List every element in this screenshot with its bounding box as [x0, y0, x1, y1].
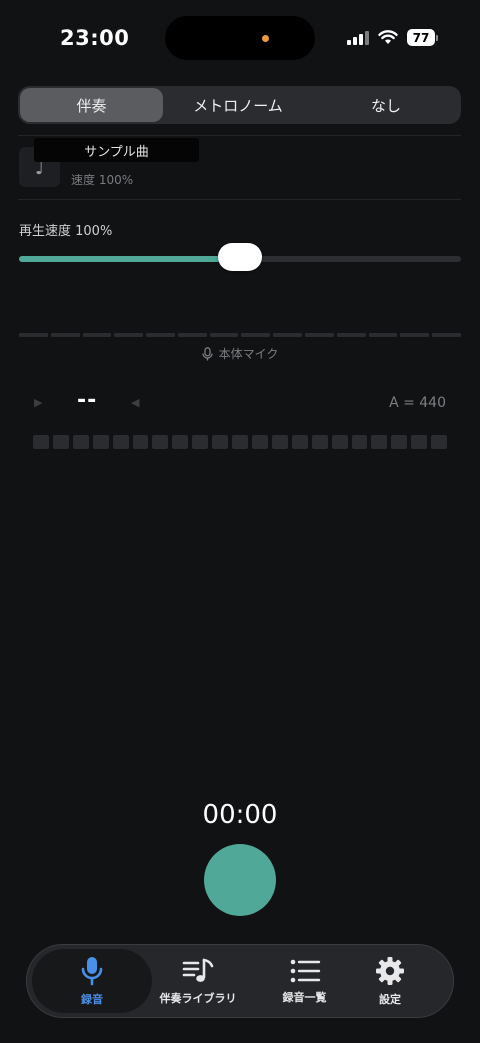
tuner-cell	[351, 435, 368, 449]
tab-record-label: 録音	[81, 992, 103, 1006]
segment-none[interactable]: なし	[313, 88, 459, 122]
playback-speed-label: 再生速度 100%	[19, 224, 113, 239]
meter-segment	[336, 333, 366, 337]
meter-segment	[305, 333, 334, 337]
meter-segment	[146, 333, 175, 337]
tab-accompaniment-library[interactable]: 伴奏ライブラリ	[152, 949, 244, 1013]
tuner-cell	[72, 435, 89, 449]
meter-segment	[368, 333, 398, 337]
accompaniment-mode-segment: 伴奏 メトロノーム なし	[18, 86, 461, 124]
tuner-deviation-scale	[33, 435, 448, 449]
divider-bottom	[18, 199, 461, 200]
music-list-icon	[182, 958, 214, 982]
meter-segment	[50, 333, 80, 337]
record-button[interactable]	[204, 844, 276, 916]
meter-segment	[82, 333, 112, 337]
list-icon	[290, 959, 320, 982]
meter-segment	[19, 333, 48, 337]
segment-metronome[interactable]: メトロノーム	[163, 88, 313, 122]
slider-thumb[interactable]	[218, 243, 262, 271]
tab-settings[interactable]: 設定	[365, 949, 415, 1013]
tab-recordings-list-label: 録音一覧	[282, 990, 327, 1004]
meter-segment	[209, 333, 239, 337]
battery-icon: 77	[407, 29, 438, 46]
divider-top	[18, 135, 461, 136]
gear-icon	[376, 956, 404, 985]
mic-source-label: 本体マイク	[218, 347, 279, 361]
cellular-signal-icon	[347, 30, 369, 45]
status-time: 23:00	[60, 26, 130, 50]
tuner-cell	[212, 435, 229, 449]
tuner-cell	[291, 435, 308, 449]
tuner-flat-indicator-icon: ▶	[34, 396, 43, 409]
playback-speed-slider[interactable]	[19, 243, 461, 271]
segment-accompaniment[interactable]: 伴奏	[20, 88, 163, 122]
tuner-cell	[391, 435, 408, 449]
tuner-cell	[152, 435, 169, 449]
mic-in-use-indicator	[262, 35, 269, 42]
wifi-icon	[378, 30, 398, 44]
tab-bar: 録音 伴奏ライブラリ 録音一覧 設定	[26, 944, 454, 1018]
tuner-cell	[232, 435, 248, 449]
meter-segment	[114, 333, 144, 337]
recording-screen: 23:00 77 伴奏 メトロノーム なし ♩ サンプル曲 速度 100% 再生…	[0, 0, 480, 1043]
recording-elapsed-time: 00:00	[202, 800, 278, 830]
meter-segment	[273, 333, 303, 337]
tuner-cell	[33, 435, 49, 449]
mic-icon	[201, 346, 213, 360]
tab-recordings-list[interactable]: 録音一覧	[244, 949, 365, 1013]
tuner-cell	[331, 435, 348, 449]
dynamic-island	[165, 16, 315, 60]
mic-icon	[81, 956, 103, 985]
slider-fill	[19, 256, 240, 262]
tab-settings-label: 設定	[379, 992, 401, 1006]
tuner-sharp-indicator-icon: ◀	[131, 396, 140, 409]
tab-accompaniment-library-label: 伴奏ライブラリ	[159, 991, 237, 1005]
tuner-cell	[411, 435, 428, 449]
tuner-cell	[132, 435, 149, 449]
battery-level: 77	[407, 29, 435, 46]
meter-segment	[432, 333, 461, 337]
tuner-cell	[251, 435, 268, 449]
track-title: サンプル曲	[34, 138, 199, 162]
status-indicators: 77	[347, 29, 438, 46]
input-level-meter	[19, 333, 461, 337]
tuner-cell	[112, 435, 129, 449]
tuner-cell	[271, 435, 288, 449]
tuner-cell	[52, 435, 69, 449]
tuner-cell	[92, 435, 109, 449]
tuner-note: --	[77, 388, 98, 413]
tab-record[interactable]: 録音	[32, 949, 152, 1013]
mic-source[interactable]: 本体マイク	[0, 345, 480, 362]
tuner-cell	[192, 435, 209, 449]
meter-segment	[400, 333, 430, 337]
tuner-cell	[172, 435, 189, 449]
tuner-cell	[371, 435, 388, 449]
tuner-cell	[311, 435, 328, 449]
meter-segment	[177, 333, 207, 337]
tuner-cell	[431, 435, 448, 449]
track-speed: 速度 100%	[71, 173, 134, 187]
meter-segment	[241, 333, 271, 337]
tuner-reference-pitch[interactable]: A = 440	[389, 395, 446, 411]
